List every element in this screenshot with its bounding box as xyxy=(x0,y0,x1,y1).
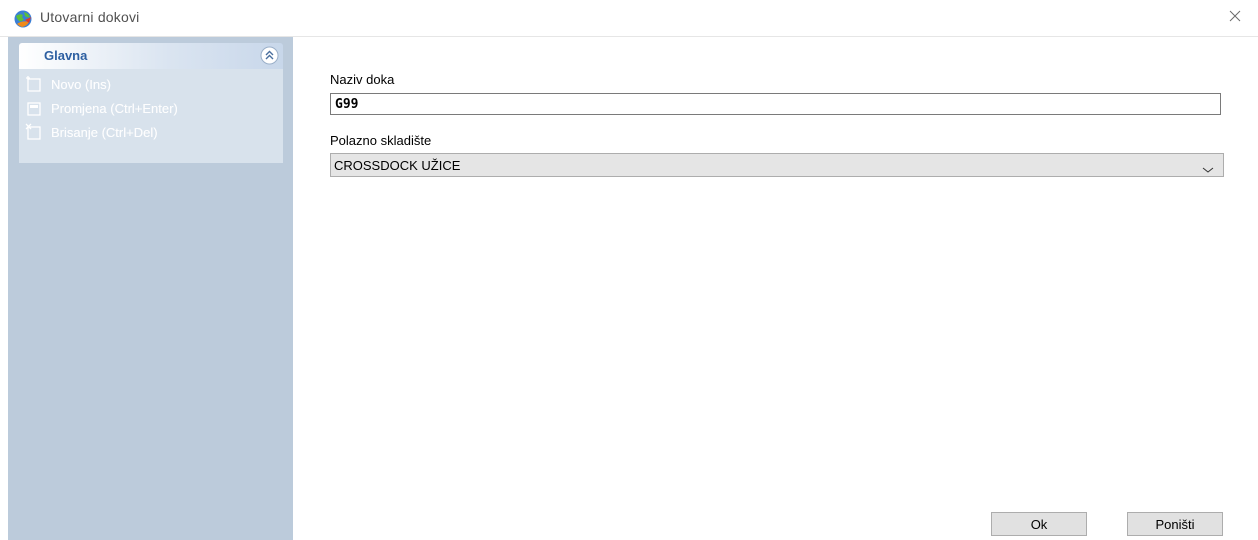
warehouse-value: CROSSDOCK UŽICE xyxy=(334,158,461,173)
menu-item-label: Novo (Ins) xyxy=(51,76,111,92)
group-header[interactable]: Glavna xyxy=(19,43,283,69)
dock-name-input[interactable] xyxy=(330,93,1221,115)
menu-item-delete[interactable]: Brisanje (Ctrl+Del) xyxy=(25,122,275,142)
close-icon xyxy=(1229,9,1241,27)
new-item-icon xyxy=(25,75,43,93)
dock-name-label: Naziv doka xyxy=(330,72,395,87)
group-body: Novo (Ins) Promjena (Ctrl+Enter) Brisanj… xyxy=(19,69,283,163)
sidebar: Glavna Novo (Ins) Promjena (Ctrl+Enter) … xyxy=(8,37,293,540)
menu-item-label: Brisanje (Ctrl+Del) xyxy=(51,124,158,140)
edit-item-icon xyxy=(25,99,43,117)
globe-app-icon xyxy=(13,9,33,29)
menu-item-edit[interactable]: Promjena (Ctrl+Enter) xyxy=(25,98,275,118)
close-button[interactable] xyxy=(1212,0,1258,36)
warehouse-label: Polazno skladište xyxy=(330,133,432,148)
warehouse-select[interactable]: CROSSDOCK UŽICE xyxy=(330,153,1224,177)
delete-item-icon xyxy=(25,123,43,141)
group-title: Glavna xyxy=(44,48,88,63)
title-bar: Utovarni dokovi xyxy=(0,0,1258,36)
chevron-down-icon xyxy=(1202,161,1214,173)
menu-item-new[interactable]: Novo (Ins) xyxy=(25,74,275,94)
ok-button[interactable]: Ok xyxy=(991,512,1087,536)
window-title: Utovarni dokovi xyxy=(40,9,140,25)
double-chevron-up-icon[interactable] xyxy=(260,46,279,65)
sidebar-group-glavna: Glavna Novo (Ins) Promjena (Ctrl+Enter) … xyxy=(19,43,283,163)
cancel-button[interactable]: Poništi xyxy=(1127,512,1223,536)
menu-item-label: Promjena (Ctrl+Enter) xyxy=(51,100,178,116)
